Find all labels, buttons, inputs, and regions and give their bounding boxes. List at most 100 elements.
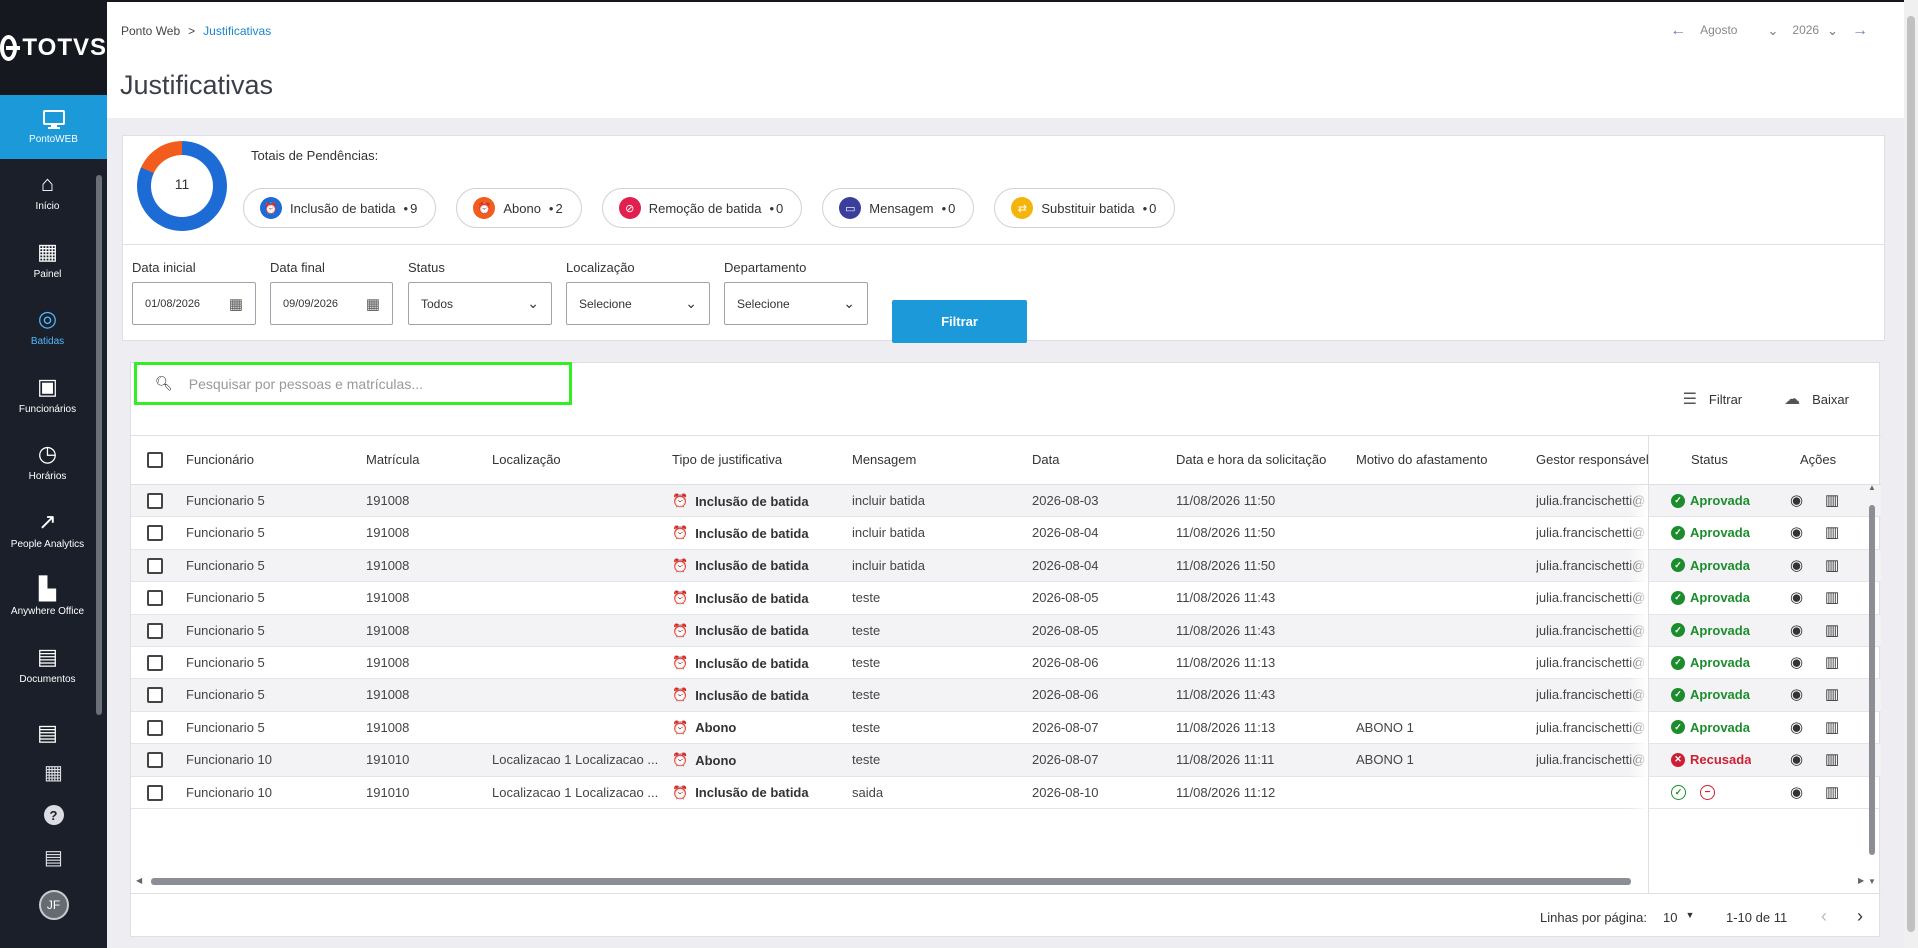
data-final-input[interactable]: 09/09/2026 ▦ <box>270 282 393 325</box>
filtrar-button[interactable]: Filtrar <box>892 300 1027 343</box>
row-checkbox[interactable] <box>147 655 163 671</box>
filter-button[interactable]: ☰ Filtrar <box>1683 389 1743 409</box>
scroll-left-icon[interactable]: ◀ <box>136 876 142 885</box>
column-data[interactable]: Data <box>1032 452 1059 467</box>
pending-chip-remo-o-de-batida[interactable]: ⊘ Remoção de batida • 0 <box>601 188 803 228</box>
rows-per-page-select[interactable]: 10 ▼ <box>1663 910 1694 925</box>
view-icon[interactable]: ◉ <box>1790 685 1803 703</box>
column-mensagem[interactable]: Mensagem <box>852 452 916 467</box>
download-button[interactable]: ☁ Baixar <box>1784 389 1849 409</box>
table-row[interactable]: Funcionario 5 191008 ⏰ Abono teste 2026-0… <box>131 712 1881 745</box>
search-input[interactable]: 🔍︎ Pesquisar por pessoas e matrículas... <box>134 362 572 405</box>
view-icon[interactable]: ◉ <box>1790 621 1803 639</box>
report-chart-icon[interactable]: ▥ <box>1825 718 1839 736</box>
table-vertical-scrollbar[interactable]: ▲ ▼ <box>1867 483 1877 887</box>
next-month-arrow-icon[interactable]: → <box>1852 22 1868 40</box>
report-chart-icon[interactable]: ▥ <box>1825 653 1839 671</box>
scroll-up-icon[interactable]: ▲ <box>1868 483 1876 492</box>
table-row[interactable]: Funcionario 5 191008 ⏰ Inclusão de batida… <box>131 679 1881 712</box>
table-row[interactable]: Funcionario 5 191008 ⏰ Inclusão de batida… <box>131 517 1881 550</box>
pending-chip-mensagem[interactable]: ▭ Mensagem • 0 <box>822 188 975 228</box>
totvs-logo[interactable]: TOTVS <box>0 0 107 95</box>
row-checkbox[interactable] <box>147 719 163 736</box>
approve-icon[interactable]: ✓ <box>1671 784 1686 800</box>
status-select[interactable]: Todos ⌄ <box>408 282 552 325</box>
page-scroll-thumb[interactable] <box>1907 16 1915 932</box>
pending-chip-abono[interactable]: ⏰ Abono • 2 <box>456 188 582 228</box>
report-chart-icon[interactable]: ▥ <box>1825 588 1839 606</box>
company-icon[interactable]: ▤ <box>44 845 63 870</box>
table-horizontal-scrollbar[interactable]: ◀ ▶ <box>136 876 1866 886</box>
sidebar-item-documentos[interactable]: ▤ Documentos <box>0 632 95 700</box>
row-checkbox[interactable] <box>147 525 163 542</box>
sidebar-item-more[interactable]: ▤ <box>0 699 95 767</box>
page-scrollbar[interactable] <box>1904 0 1918 948</box>
previous-page-icon[interactable]: ‹ <box>1821 906 1827 927</box>
row-checkbox[interactable] <box>147 784 163 801</box>
sidebar-scrollbar[interactable] <box>96 175 102 715</box>
avatar[interactable]: JF <box>38 890 69 920</box>
column-localizacao[interactable]: Localização <box>492 452 561 467</box>
month-select[interactable]: Agosto ⌄ <box>1700 23 1778 39</box>
sidebar-item-batidas[interactable]: ◎ Batidas <box>0 294 95 362</box>
column-motivo[interactable]: Motivo do afastamento <box>1356 452 1488 467</box>
view-icon[interactable]: ◉ <box>1790 783 1803 801</box>
calendar-icon[interactable]: ▦ <box>366 295 380 313</box>
row-checkbox[interactable] <box>147 622 163 639</box>
column-matricula[interactable]: Matrícula <box>366 452 419 467</box>
report-chart-icon[interactable]: ▥ <box>1825 685 1839 703</box>
select-all-checkbox[interactable] <box>147 452 163 468</box>
report-chart-icon[interactable]: ▥ <box>1825 783 1839 801</box>
help-icon[interactable]: ? <box>43 805 64 825</box>
report-chart-icon[interactable]: ▥ <box>1825 556 1839 574</box>
column-gestor[interactable]: Gestor responsável <box>1536 452 1648 467</box>
sidebar-item-people-analytics[interactable]: ↗ People Analytics <box>0 497 95 565</box>
column-status[interactable]: Status <box>1691 452 1728 467</box>
departamento-select[interactable]: Selecione ⌄ <box>724 282 868 325</box>
row-checkbox[interactable] <box>147 590 163 607</box>
reject-icon[interactable]: − <box>1700 784 1715 800</box>
view-icon[interactable]: ◉ <box>1790 556 1803 574</box>
breadcrumb-ponto-web[interactable]: Ponto Web <box>121 24 180 38</box>
sidebar-item-anywhere-office[interactable]: ▙ Anywhere Office <box>0 564 95 632</box>
localizacao-select[interactable]: Selecione ⌄ <box>566 282 710 325</box>
sidebar-item-inicio[interactable]: ⌂ Início <box>0 159 95 227</box>
column-funcionario[interactable]: Funcionário <box>186 452 254 467</box>
report-chart-icon[interactable]: ▥ <box>1825 621 1839 639</box>
row-checkbox[interactable] <box>147 493 163 509</box>
report-chart-icon[interactable]: ▥ <box>1825 750 1839 768</box>
row-checkbox[interactable] <box>147 752 163 769</box>
view-icon[interactable]: ◉ <box>1790 653 1803 671</box>
next-page-icon[interactable]: › <box>1857 906 1863 927</box>
table-row[interactable]: Funcionario 5 191008 ⏰ Inclusão de batida… <box>131 582 1881 615</box>
scroll-down-icon[interactable]: ▼ <box>1868 877 1876 886</box>
column-solicitacao[interactable]: Data e hora da solicitação <box>1176 452 1326 467</box>
scroll-right-icon[interactable]: ▶ <box>1858 876 1864 885</box>
view-icon[interactable]: ◉ <box>1790 750 1803 768</box>
view-icon[interactable]: ◉ <box>1790 491 1803 509</box>
report-chart-icon[interactable]: ▥ <box>1825 523 1839 541</box>
table-row[interactable]: Funcionario 5 191008 ⏰ Inclusão de batida… <box>131 485 1881 518</box>
report-chart-icon[interactable]: ▥ <box>1825 491 1839 509</box>
breadcrumb-justificativas[interactable]: Justificativas <box>203 24 271 38</box>
table-row[interactable]: Funcionario 10 191010 Localizacao 1 Loca… <box>131 777 1881 809</box>
sidebar-item-horarios[interactable]: ◷ Horários <box>0 429 95 497</box>
column-tipo[interactable]: Tipo de justificativa <box>672 452 782 467</box>
table-row[interactable]: Funcionario 5 191008 ⏰ Inclusão de batida… <box>131 614 1881 647</box>
year-select[interactable]: 2026 ⌄ <box>1792 23 1838 39</box>
view-icon[interactable]: ◉ <box>1790 718 1803 736</box>
row-checkbox[interactable] <box>147 557 163 574</box>
view-icon[interactable]: ◉ <box>1790 523 1803 541</box>
sidebar-item-painel[interactable]: ▦ Painel <box>0 227 95 295</box>
apps-icon[interactable]: ▦ <box>44 760 63 785</box>
sidebar-item-funcionarios[interactable]: ▣ Funcionários <box>0 362 95 430</box>
table-row[interactable]: Funcionario 10 191010 Localizacao 1 Loca… <box>131 744 1881 777</box>
pending-chip-substituir-batida[interactable]: ⇄ Substituir batida • 0 <box>994 188 1176 228</box>
pending-chip-inclus-o-de-batida[interactable]: ⏰ Inclusão de batida • 9 <box>243 188 437 228</box>
horizontal-scroll-thumb[interactable] <box>151 878 1631 885</box>
sidebar-item-pontoweb[interactable]: PontoWEB <box>0 95 107 159</box>
vertical-scroll-thumb[interactable] <box>1869 505 1875 855</box>
view-icon[interactable]: ◉ <box>1790 588 1803 606</box>
data-inicial-input[interactable]: 01/08/2026 ▦ <box>132 282 256 325</box>
calendar-icon[interactable]: ▦ <box>229 295 243 313</box>
